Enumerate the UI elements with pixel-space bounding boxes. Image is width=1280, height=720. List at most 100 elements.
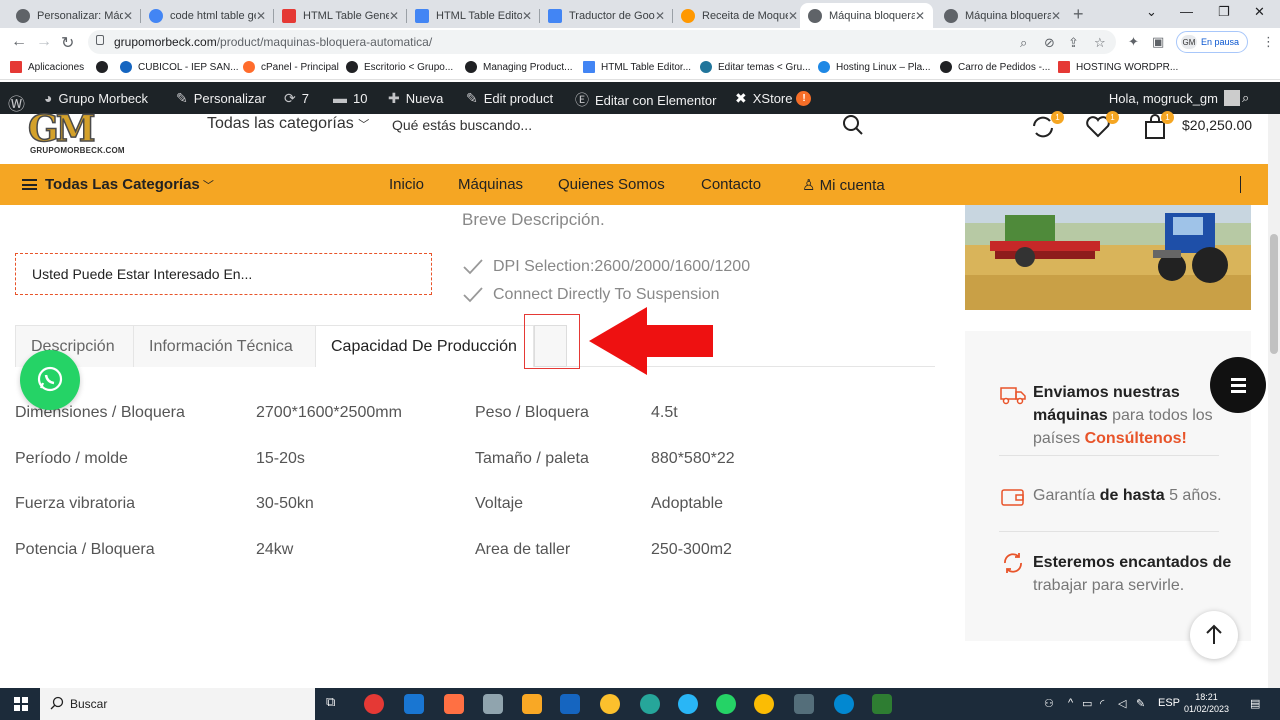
language-indicator[interactable]: ESP [1158, 697, 1180, 709]
nav-link-inicio[interactable]: Inicio [389, 176, 424, 193]
share-icon[interactable]: ⇪ [1068, 35, 1079, 51]
bookmark-item[interactable]: Carro de Pedidos -... [940, 61, 1050, 73]
zoom-icon[interactable]: ⌕ [1020, 35, 1027, 51]
search-icon[interactable] [842, 114, 864, 136]
whatsapp-button[interactable] [20, 350, 80, 410]
browser-tab[interactable]: Máquina bloquera ✕ [936, 3, 1069, 28]
chrome-icon[interactable] [364, 694, 384, 714]
word-icon[interactable] [560, 694, 580, 714]
nav-link-quienes-somos[interactable]: Quienes Somos [558, 176, 665, 193]
tab-capacidad-de-produccion[interactable]: Capacidad De Producción [315, 325, 534, 367]
pen-icon[interactable]: ✎ [1136, 697, 1145, 710]
telegram-icon[interactable] [678, 694, 698, 714]
wp-new-link[interactable]: ✚ Nueva [388, 90, 443, 107]
contact-cta-link[interactable]: Consúltenos! [1085, 430, 1187, 447]
bookmark-item[interactable]: cPanel - Principal [243, 61, 339, 73]
extensions-icon[interactable]: ✦ [1128, 34, 1139, 50]
reload-button[interactable]: ↻ [61, 33, 74, 53]
page-scrollbar[interactable] [1268, 114, 1280, 688]
bookmark-item[interactable]: HOSTING WORDPR... [1058, 61, 1178, 73]
search-icon[interactable]: ⌕ [1242, 90, 1249, 106]
wp-xstore-link[interactable]: ✖ XStore! [735, 90, 812, 107]
close-icon[interactable]: ✕ [915, 9, 925, 23]
windows-start-icon[interactable] [14, 697, 28, 711]
scrollbar-thumb[interactable] [1270, 234, 1278, 354]
whatsapp-icon[interactable] [716, 694, 736, 714]
mail-icon[interactable] [404, 694, 424, 714]
all-categories-menu[interactable]: Todas Las Categorías ﹀ [45, 176, 214, 193]
wp-edit-product-link[interactable]: ✎ Edit product [466, 90, 553, 107]
category-dropdown[interactable]: Todas las categorías ﹀ [207, 115, 369, 133]
back-button[interactable]: ← [11, 33, 27, 51]
wishlist-button[interactable]: 1 [1085, 111, 1119, 140]
bookmark-star-icon[interactable]: ☆ [1094, 35, 1106, 51]
file-explorer-icon[interactable] [522, 694, 542, 714]
close-window-button[interactable]: ✕ [1254, 4, 1265, 20]
excel-icon[interactable] [872, 694, 892, 714]
logo[interactable]: GM GRUPOMORBECK.COM [26, 107, 138, 158]
bookmark-item[interactable]: Hosting Linux – Pla... [818, 61, 931, 73]
app-icon[interactable] [600, 694, 620, 714]
nav-link-contacto[interactable]: Contacto [701, 176, 761, 193]
wp-customize-link[interactable]: ✎ Personalizar [176, 90, 266, 107]
wp-site-link[interactable]: ◕ Grupo Morbeck [44, 90, 148, 106]
close-icon[interactable]: ✕ [389, 9, 399, 23]
menu-kebab-icon[interactable]: ⋮ [1262, 34, 1275, 50]
browser-tab[interactable]: HTML Table Editor ✕ [407, 3, 540, 28]
volume-icon[interactable]: ◁ [1118, 697, 1126, 710]
wifi-icon[interactable]: ◜ [1100, 697, 1104, 710]
wp-elementor-link[interactable]: Ⓔ Editar con Elementor [575, 90, 716, 110]
tab-informacion-tecnica[interactable]: Información Técnica [133, 325, 316, 367]
url-bar[interactable]: grupomorbeck.com/product/maquinas-bloque… [88, 30, 1116, 54]
lock-icon[interactable] [96, 35, 104, 45]
app-icon[interactable] [444, 694, 464, 714]
bookmark-item[interactable] [96, 61, 114, 73]
close-icon[interactable]: ✕ [522, 9, 532, 23]
nav-link-maquinas[interactable]: Máquinas [458, 176, 523, 193]
user-people-icon[interactable]: ⚇ [1044, 697, 1054, 710]
bookmark-item[interactable]: HTML Table Editor... [583, 61, 691, 73]
profile-button[interactable]: GM En pausa [1176, 31, 1248, 53]
app-icon[interactable] [483, 694, 503, 714]
forward-button[interactable]: → [36, 33, 52, 51]
side-panel-icon[interactable]: ▣ [1152, 34, 1164, 50]
task-view-icon[interactable]: ⧉ [326, 694, 346, 714]
hamburger-icon[interactable] [22, 179, 37, 190]
compare-button[interactable]: 1 [1030, 111, 1064, 140]
wp-user-menu[interactable]: Hola, mogruck_gm [1109, 90, 1240, 106]
bookmark-item[interactable]: Managing Product... [465, 61, 573, 73]
bookmark-item[interactable]: Editar temas < Gru... [700, 61, 811, 73]
taskbar-search-input[interactable]: Buscar [40, 688, 315, 720]
wp-comments-link[interactable]: ▬ 10 [333, 90, 367, 106]
maximize-button[interactable]: ❐ [1218, 4, 1230, 20]
chevron-down-icon[interactable]: ⌄ [1146, 4, 1157, 20]
teamviewer-icon[interactable] [834, 694, 854, 714]
close-icon[interactable]: ✕ [256, 9, 266, 23]
nav-link-mi-cuenta[interactable]: ♙ Mi cuenta [802, 176, 885, 194]
close-icon[interactable]: ✕ [123, 9, 133, 23]
search-input[interactable]: Qué estás buscando... [392, 117, 532, 133]
cart-total[interactable]: $20,250.00 [1182, 117, 1252, 133]
browser-tab[interactable]: Traductor de Goog ✕ [540, 3, 673, 28]
browser-tab[interactable]: code html table ge ✕ [141, 3, 274, 28]
wp-updates-link[interactable]: ⟳ 7 [284, 90, 309, 107]
browser-tab-active[interactable]: Máquina bloquera ✕ [800, 3, 933, 28]
scroll-to-top-button[interactable] [1190, 611, 1238, 659]
notifications-icon[interactable]: ▤ [1250, 697, 1260, 710]
browser-tab[interactable]: Receita de Moquec ✕ [673, 3, 806, 28]
calculator-icon[interactable] [794, 694, 814, 714]
eye-off-icon[interactable]: ⊘ [1044, 35, 1055, 51]
bookmark-item[interactable]: CUBICOL - IEP SAN... [120, 61, 239, 73]
network-icon[interactable]: ▭ [1082, 697, 1092, 710]
close-icon[interactable]: ✕ [788, 9, 798, 23]
floating-menu-button[interactable] [1210, 357, 1266, 413]
chrome-icon[interactable] [754, 694, 774, 714]
close-icon[interactable]: ✕ [1051, 9, 1061, 23]
minimize-button[interactable]: — [1180, 4, 1193, 19]
chevron-up-icon[interactable]: ^ [1068, 697, 1073, 709]
harvest-banner-image[interactable] [965, 205, 1251, 310]
bookmark-item[interactable]: Escritorio < Grupo... [346, 61, 453, 73]
app-icon[interactable] [640, 694, 660, 714]
new-tab-button[interactable]: + [1073, 4, 1084, 25]
browser-tab[interactable]: Personalizar: Máqu ✕ [8, 3, 141, 28]
